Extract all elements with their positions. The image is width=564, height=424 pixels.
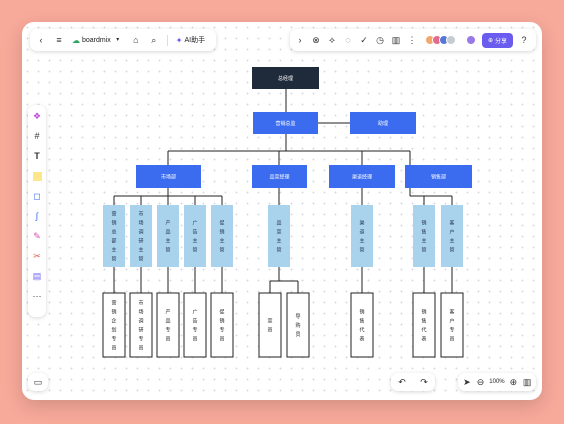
brand-name: boardmix [82, 36, 111, 44]
level3-node[interactable]: 产品主管 [157, 205, 179, 267]
share-button[interactable]: ⊕ 分享 [482, 32, 514, 48]
zoom-controls: ➤ ⊖ 100% ⊕ ▥ [458, 373, 536, 391]
minimap-icon: ▭ [33, 376, 43, 387]
template-icon[interactable]: ▤ [32, 269, 42, 283]
connector-icon[interactable]: ∫ [32, 209, 42, 223]
collaborator-avatars[interactable] [425, 35, 456, 45]
pen-icon[interactable]: ✎ [32, 229, 42, 243]
ai-icon: ✦ [175, 35, 183, 45]
node-label: 品宣经理 [269, 174, 289, 181]
text-icon[interactable]: T [32, 149, 42, 163]
level4-node[interactable]: 广告专员 [183, 292, 207, 358]
frame-icon[interactable]: # [32, 129, 42, 143]
level4-node[interactable]: 产品专员 [156, 292, 180, 358]
level3-node[interactable]: 促销主管 [211, 205, 233, 267]
level3-node[interactable]: 客户主管 [441, 205, 463, 267]
node-label: 渠道经理 [352, 174, 372, 181]
node-channel-manager[interactable]: 渠道经理 [329, 165, 395, 188]
level3-node[interactable]: 品宣主管 [268, 205, 290, 267]
left-tool-sidebar: ❖ # T ◻ ∫ ✎ ✂ ▤ ··· [28, 105, 46, 317]
top-right-toolbar: › ⊗ ⟡ ◌ ✓ ◷ ▥ ⋮ ⊕ 分享 ? [290, 29, 536, 51]
minimap-toggle[interactable]: ▭ [28, 373, 48, 391]
chevron-down-icon: ▾ [116, 37, 120, 43]
zoom-out-icon[interactable]: ⊖ [476, 377, 486, 387]
back-icon[interactable]: ‹ [36, 35, 46, 45]
tag-icon[interactable]: ⌂ [131, 35, 141, 45]
chart-icon[interactable]: ▥ [391, 35, 401, 45]
node-label: 市场部 [161, 174, 176, 181]
user-plus-icon: ⊕ [488, 37, 494, 44]
pointer-icon[interactable]: ➤ [462, 377, 472, 387]
level4-node[interactable]: 销售代表 [350, 292, 374, 358]
divider [166, 34, 168, 46]
level4-node[interactable]: 客户专员 [440, 292, 464, 358]
mindmap-icon[interactable]: ✂ [32, 249, 42, 263]
more-tools-icon[interactable]: ··· [32, 289, 42, 303]
help-icon[interactable]: ? [519, 35, 529, 45]
level3-nodes: 营销总部主管市场调研主管产品主管广告主管促销主管 品宣主管 渠道主管 销售主管客户主管 [103, 205, 463, 267]
timer-icon[interactable]: ◷ [375, 35, 385, 45]
node-label: 导购员 [295, 314, 300, 338]
level4-node[interactable]: 导购员 [286, 292, 310, 358]
top-left-toolbar: ‹ ≡ ☁ boardmix ▾ ⌂ ⌕ ✦ AI助手 [30, 29, 216, 51]
level4-node[interactable]: 促销专员 [210, 292, 234, 358]
history-controls: ↶ ↷ [391, 373, 435, 391]
user-avatar[interactable] [466, 35, 476, 45]
ai-tool-icon[interactable]: ❖ [32, 109, 42, 123]
level4-node[interactable]: 宣员 [258, 292, 282, 358]
level3-node[interactable]: 营销总部主管 [103, 205, 125, 267]
brand-logo[interactable]: ☁ boardmix ▾ [72, 36, 123, 45]
level3-node[interactable]: 渠道主管 [351, 205, 373, 267]
node-root-label: 总经理 [278, 75, 293, 82]
node-assistant[interactable]: 助理 [350, 112, 416, 134]
comment-icon[interactable]: ◌ [343, 35, 353, 45]
avatar [446, 35, 456, 45]
level3-node[interactable]: 销售主管 [413, 205, 435, 267]
undo-icon[interactable]: ↶ [397, 377, 407, 387]
more-icon[interactable]: ⋮ [407, 35, 417, 45]
menu-icon[interactable]: ≡ [54, 35, 64, 45]
ai-assistant-button[interactable]: ✦ AI助手 [176, 35, 205, 45]
node-label: 营销总监 [275, 120, 295, 127]
redo-icon[interactable]: ↷ [419, 377, 429, 387]
sticky-note-icon[interactable] [32, 169, 42, 183]
zoom-level[interactable]: 100% [489, 379, 504, 385]
shape-icon[interactable]: ◻ [32, 189, 42, 203]
org-chart-canvas: 总经理 营销总监 助理 市场部 品宣经理 渠道经理 销售部 营销总部主管市场调研… [102, 67, 472, 358]
share-label: 分享 [495, 38, 508, 45]
node-label: 助理 [378, 120, 388, 127]
level3-node[interactable]: 市场调研主管 [130, 205, 152, 267]
ai-circle-icon[interactable]: ⊗ [311, 35, 321, 45]
level4-node[interactable]: 销售代表 [412, 292, 436, 358]
node-label: 销售部 [431, 174, 446, 181]
node-brand-manager[interactable]: 品宣经理 [252, 165, 307, 188]
map-icon[interactable]: ▥ [522, 377, 532, 387]
node-root[interactable]: 总经理 [252, 67, 319, 89]
node-marketing-director[interactable]: 营销总监 [253, 112, 318, 134]
app-window: 总经理 营销总监 助理 市场部 品宣经理 渠道经理 销售部 营销总部主管 市场调… [22, 22, 542, 400]
zoom-in-icon[interactable]: ⊕ [508, 377, 518, 387]
node-sales-dept[interactable]: 销售部 [405, 165, 472, 188]
level4-nodes: 营销企划专员市场调研专员产品专员广告专员促销专员宣员导购员销售代表销售代表客户专… [102, 292, 464, 358]
level3-node[interactable]: 广告主管 [184, 205, 206, 267]
search-icon[interactable]: ⌕ [149, 35, 159, 45]
expand-icon[interactable]: › [295, 35, 305, 45]
ai-label: AI助手 [184, 37, 206, 44]
node-marketing-dept[interactable]: 市场部 [136, 165, 201, 188]
level4-node[interactable]: 市场调研专员 [129, 292, 153, 358]
cloud-icon: ☁ [72, 35, 80, 45]
level4-node[interactable]: 营销企划专员 [102, 292, 126, 358]
vote-icon[interactable]: ✓ [359, 35, 369, 45]
magic-icon[interactable]: ⟡ [327, 35, 337, 45]
